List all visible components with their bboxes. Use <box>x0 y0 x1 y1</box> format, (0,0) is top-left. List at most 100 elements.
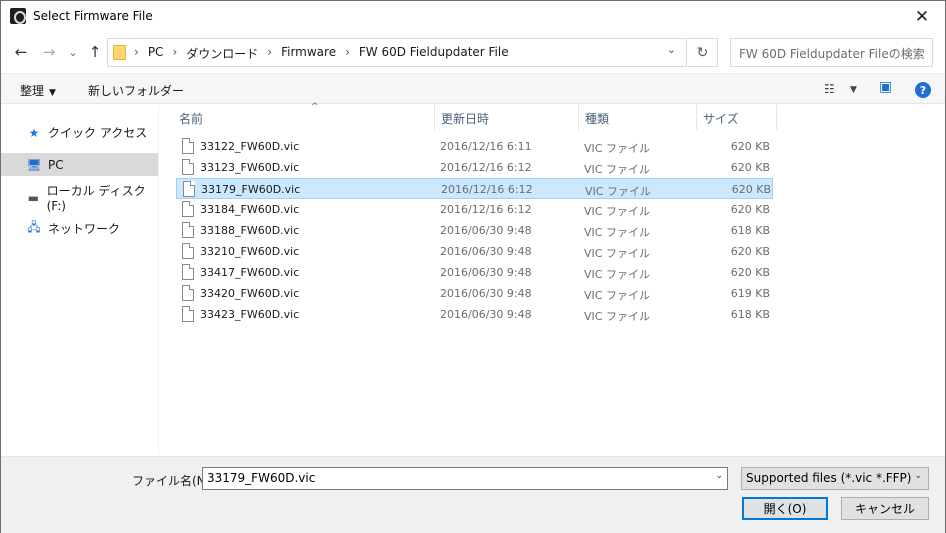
file-date: 2016/06/30 9:48 <box>440 287 532 300</box>
file-icon <box>182 138 194 154</box>
file-name: 33179_FW60D.vic <box>201 183 301 196</box>
filetype-select[interactable]: Supported files (*.vic *.FFP) ⌄ <box>741 467 929 490</box>
breadcrumb-separator: › <box>134 45 139 59</box>
navigation-bar: ← → ⌄ ↑ › PC › ダウンロード › Firmware › FW 60… <box>1 32 945 72</box>
column-header-size[interactable]: サイズ <box>697 105 777 130</box>
cancel-button[interactable]: キャンセル <box>841 497 929 520</box>
search-input[interactable]: FW 60D Fieldupdater Fileの検索 <box>730 38 933 67</box>
organize-button[interactable]: 整理 ▼ <box>20 82 56 99</box>
sidebar-item-local-disk[interactable]: ▬ ローカル ディスク (F:) <box>1 184 158 213</box>
file-icon <box>182 222 194 238</box>
file-list: ^ 名前 更新日時 種類 サイズ 33122_FW60D.vic 2016/12/… <box>161 102 945 455</box>
network-icon: 🖧 <box>27 220 41 234</box>
file-icon <box>182 243 194 259</box>
file-name: 33123_FW60D.vic <box>200 161 300 174</box>
organize-label: 整理 <box>20 84 45 98</box>
file-type: VIC ファイル <box>584 163 650 176</box>
file-icon <box>182 159 194 175</box>
sidebar-item-label: クイック アクセス <box>48 126 148 140</box>
file-size: 618 KB <box>730 224 770 237</box>
command-bar: 整理 ▼ 新しいフォルダー ☷ ▼ ▣ ? <box>1 73 945 104</box>
file-type: VIC ファイル <box>584 268 650 281</box>
organize-dropdown-icon: ▼ <box>49 88 56 98</box>
address-bar[interactable]: › PC › ダウンロード › Firmware › FW 60D Fieldu… <box>107 38 687 67</box>
up-arrow-icon[interactable]: ↑ <box>84 41 106 63</box>
file-date: 2016/06/30 9:48 <box>440 266 532 279</box>
close-button[interactable]: ✕ <box>899 1 945 32</box>
navigation-pane: ★ クイック アクセス 🖥 PC ▬ ローカル ディスク (F:) 🖧 ネットワ… <box>1 105 159 455</box>
file-type: VIC ファイル <box>584 226 650 239</box>
file-row[interactable]: 33420_FW60D.vic 2016/06/30 9:48 VIC ファイル 61… <box>176 283 773 304</box>
sidebar-item-label: ネットワーク <box>48 222 121 236</box>
file-size: 620 KB <box>730 203 770 216</box>
breadcrumb-current-folder[interactable]: FW 60D Fieldupdater File <box>359 45 509 62</box>
file-date: 2016/12/16 6:11 <box>440 140 532 153</box>
file-type: VIC ファイル <box>584 289 650 302</box>
search-placeholder: FW 60D Fieldupdater Fileの検索 <box>739 47 925 61</box>
file-type: VIC ファイル <box>585 185 651 198</box>
file-type: VIC ファイル <box>584 205 650 218</box>
computer-icon: 🖥 <box>26 157 42 172</box>
view-dropdown-icon[interactable]: ▼ <box>850 85 857 95</box>
view-options-icon[interactable]: ☷ <box>824 82 835 96</box>
file-name: 33184_FW60D.vic <box>200 203 300 216</box>
refresh-icon[interactable]: ↻ <box>688 38 718 67</box>
file-name: 33210_FW60D.vic <box>200 245 300 258</box>
filename-dropdown-chevron-icon[interactable]: ⌄ <box>715 471 723 481</box>
file-size: 618 KB <box>730 308 770 321</box>
filename-input[interactable]: 33179_FW60D.vic ⌄ <box>202 467 728 490</box>
file-size: 620 KB <box>730 140 770 153</box>
file-icon <box>183 181 195 197</box>
column-header-date[interactable]: 更新日時 <box>435 105 579 130</box>
file-date: 2016/12/16 6:12 <box>441 183 533 196</box>
file-size: 620 KB <box>730 266 770 279</box>
footer-panel: ファイル名(N): 33179_FW60D.vic ⌄ Supported fi… <box>1 456 945 533</box>
sidebar-item-quick-access[interactable]: ★ クイック アクセス <box>1 121 158 144</box>
star-icon: ★ <box>28 125 40 140</box>
recent-locations-chevron-icon[interactable]: ⌄ <box>62 41 84 63</box>
drive-icon: ▬ <box>27 190 39 205</box>
file-size: 620 KB <box>731 183 771 196</box>
help-icon[interactable]: ? <box>915 82 931 98</box>
address-dropdown-chevron-icon[interactable]: ⌄ <box>667 43 676 56</box>
file-name: 33417_FW60D.vic <box>200 266 300 279</box>
file-row[interactable]: 33122_FW60D.vic 2016/12/16 6:11 VIC ファイル 62… <box>176 136 773 157</box>
filetype-value: Supported files (*.vic *.FFP) <box>746 471 912 485</box>
file-row[interactable]: 33417_FW60D.vic 2016/06/30 9:48 VIC ファイル 62… <box>176 262 773 283</box>
file-type: VIC ファイル <box>584 142 650 155</box>
file-row[interactable]: 33423_FW60D.vic 2016/06/30 9:48 VIC ファイル 61… <box>176 304 773 325</box>
file-size: 620 KB <box>730 161 770 174</box>
open-button[interactable]: 開く(O) <box>742 497 828 520</box>
sidebar-item-network[interactable]: 🖧 ネットワーク <box>1 217 158 240</box>
file-icon <box>182 285 194 301</box>
file-size: 619 KB <box>730 287 770 300</box>
file-name: 33420_FW60D.vic <box>200 287 300 300</box>
sidebar-item-label: ローカル ディスク (F:) <box>46 184 146 213</box>
folder-icon <box>113 45 126 60</box>
new-folder-button[interactable]: 新しいフォルダー <box>88 82 184 99</box>
file-name: 33188_FW60D.vic <box>200 224 300 237</box>
breadcrumb-downloads[interactable]: ダウンロード <box>186 45 258 62</box>
sidebar-item-pc[interactable]: 🖥 PC <box>1 153 158 176</box>
breadcrumb-separator: › <box>267 45 273 59</box>
filename-value: 33179_FW60D.vic <box>207 471 316 485</box>
breadcrumb-separator: › <box>345 45 350 59</box>
file-row[interactable]: 33210_FW60D.vic 2016/06/30 9:48 VIC ファイル 62… <box>176 241 773 262</box>
file-row[interactable]: 33184_FW60D.vic 2016/12/16 6:12 VIC ファイル 62… <box>176 199 773 220</box>
file-date: 2016/12/16 6:12 <box>440 203 532 216</box>
sidebar-item-label: PC <box>48 157 64 172</box>
file-icon <box>182 264 194 280</box>
preview-pane-icon[interactable]: ▣ <box>879 79 892 95</box>
window-title: Select Firmware File <box>33 9 153 23</box>
forward-arrow-icon[interactable]: → <box>38 41 60 63</box>
column-header-type[interactable]: 種類 <box>579 105 697 130</box>
file-dialog-window: Select Firmware File ✕ ← → ⌄ ↑ › PC › ダウ… <box>0 0 946 533</box>
file-row[interactable]: 33188_FW60D.vic 2016/06/30 9:48 VIC ファイル 61… <box>176 220 773 241</box>
column-header-label: 名前 <box>179 112 204 126</box>
column-header-name[interactable]: ^ 名前 <box>173 102 435 130</box>
back-arrow-icon[interactable]: ← <box>10 41 32 63</box>
file-row[interactable]: 33123_FW60D.vic 2016/12/16 6:12 VIC ファイル 62… <box>176 157 773 178</box>
file-row[interactable]: 33179_FW60D.vic 2016/12/16 6:12 VIC ファイル 62… <box>176 178 773 199</box>
breadcrumb-pc[interactable]: PC <box>148 45 164 62</box>
breadcrumb-firmware[interactable]: Firmware <box>281 45 336 62</box>
